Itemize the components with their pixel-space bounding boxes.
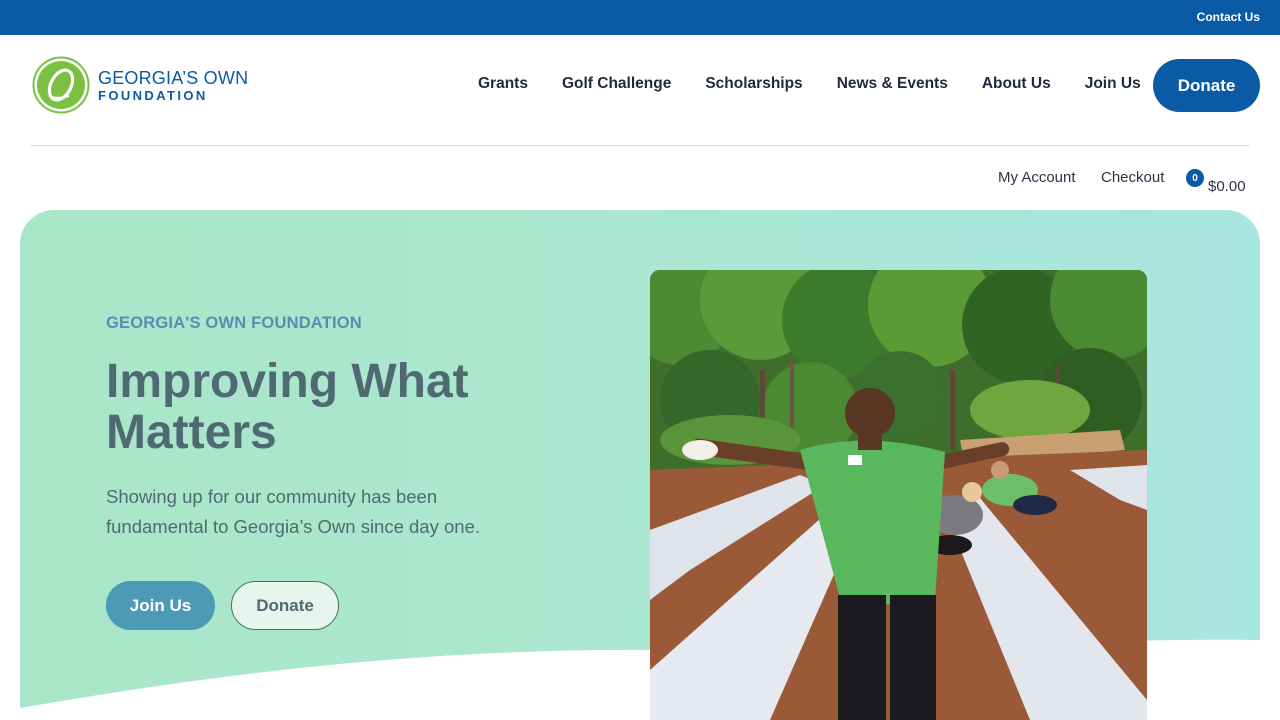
logo-wordmark: GEORGIA’S OWN FOUNDATION bbox=[98, 69, 248, 102]
contact-us-link[interactable]: Contact Us bbox=[1197, 10, 1260, 24]
checkout-link[interactable]: Checkout bbox=[1101, 169, 1164, 186]
hero-section: GEORGIA'S OWN FOUNDATION Improving What … bbox=[20, 210, 1260, 720]
nav-grants[interactable]: Grants bbox=[478, 75, 528, 93]
hero-subcopy: Showing up for our community has been fu… bbox=[106, 486, 480, 537]
account-bar: My Account Checkout 0 $0.00 bbox=[0, 146, 1280, 210]
volunteer-garden-photo-image bbox=[650, 270, 1147, 720]
site-logo[interactable]: GEORGIA’S OWN FOUNDATION bbox=[32, 56, 248, 114]
hero-join-us-button[interactable]: Join Us bbox=[106, 581, 215, 630]
my-account-link[interactable]: My Account bbox=[998, 169, 1076, 186]
cart-total: $0.00 bbox=[1208, 178, 1246, 195]
main-navigation: Grants Golf Challenge Scholarships News … bbox=[478, 75, 1141, 93]
hero-headline: Improving What Matters bbox=[106, 355, 469, 459]
hero-donate-button[interactable]: Donate bbox=[231, 581, 339, 630]
header-donate-button[interactable]: Donate bbox=[1153, 59, 1260, 112]
cart-link[interactable]: 0 $0.00 bbox=[1186, 169, 1256, 199]
nav-golf-challenge[interactable]: Golf Challenge bbox=[562, 75, 671, 93]
hero-eyebrow: GEORGIA'S OWN FOUNDATION bbox=[106, 314, 362, 332]
logo-line-2: FOUNDATION bbox=[98, 87, 208, 103]
cart-count-badge: 0 bbox=[1186, 169, 1204, 187]
top-utility-bar: Contact Us bbox=[0, 0, 1280, 35]
logo-line-1: GEORGIA’S OWN bbox=[98, 67, 249, 88]
nav-about-us[interactable]: About Us bbox=[982, 75, 1051, 93]
hero-photo bbox=[650, 270, 1147, 720]
nav-news-events[interactable]: News & Events bbox=[837, 75, 948, 93]
site-header: GEORGIA’S OWN FOUNDATION Grants Golf Cha… bbox=[0, 35, 1280, 145]
nav-scholarships[interactable]: Scholarships bbox=[705, 75, 802, 93]
foundation-logo-icon bbox=[32, 56, 90, 114]
nav-join-us[interactable]: Join Us bbox=[1085, 75, 1141, 93]
